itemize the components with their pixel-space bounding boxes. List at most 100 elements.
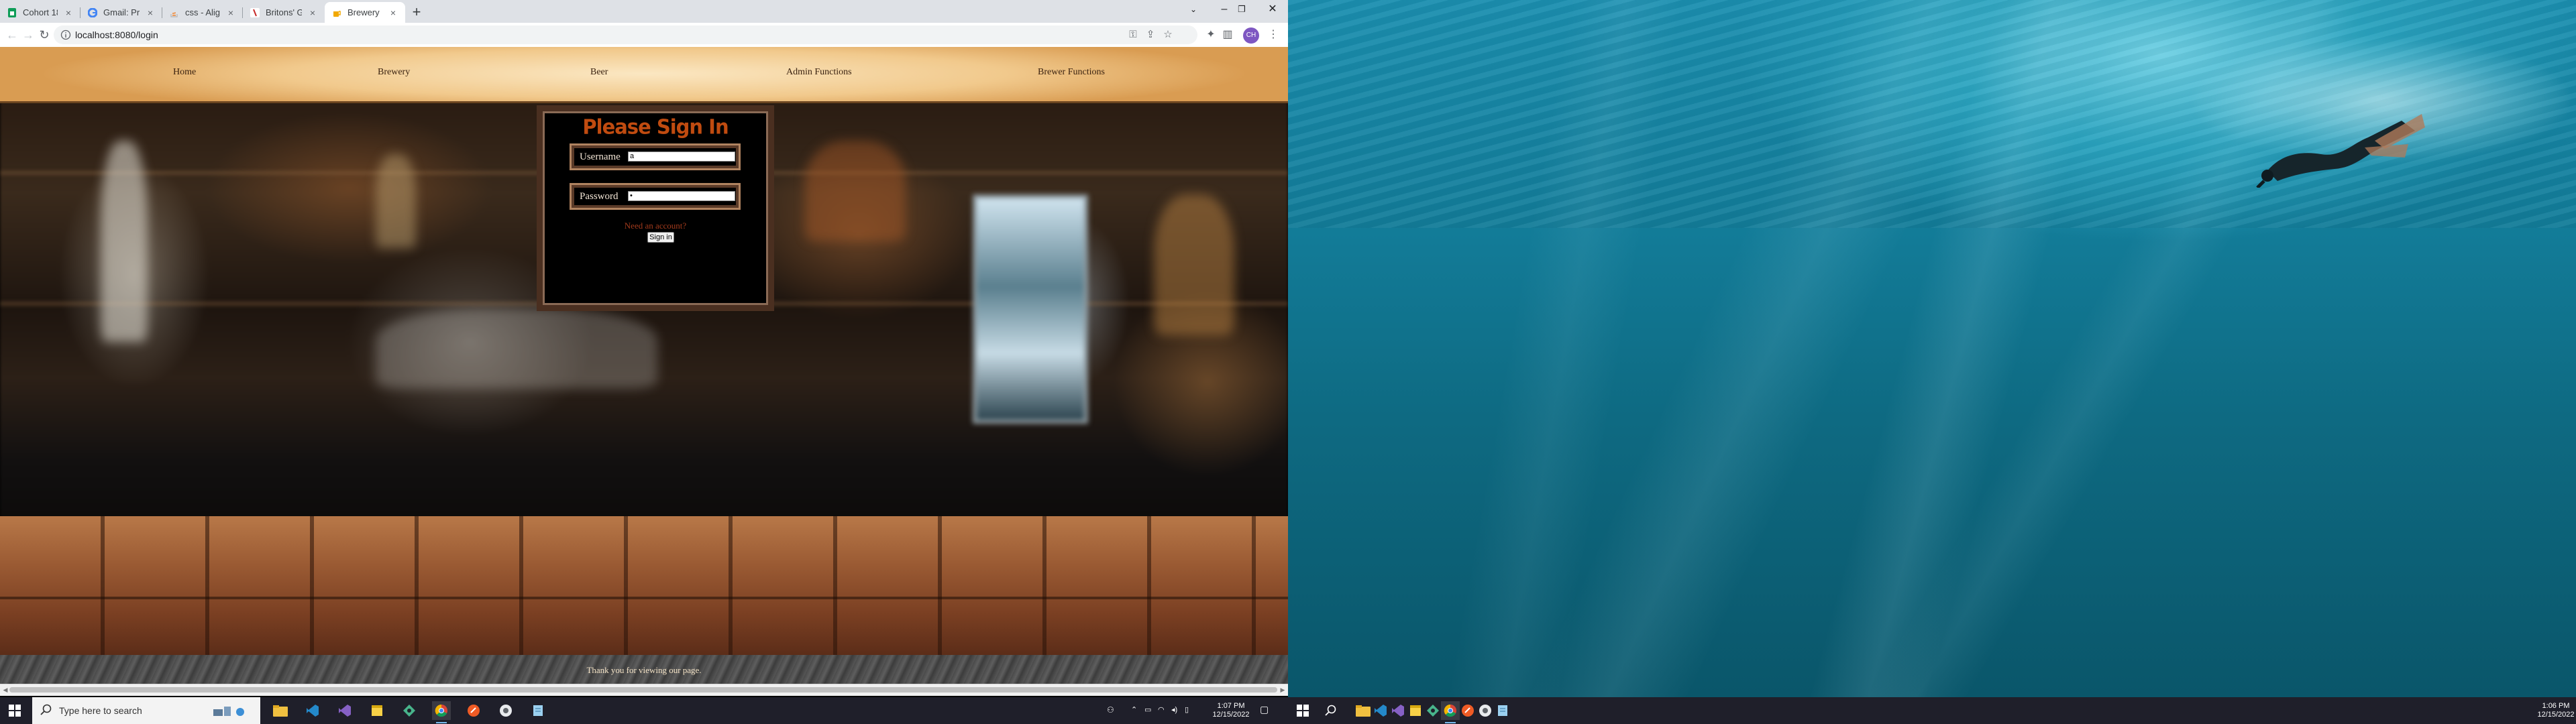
tab-label: Britons' Growing Buyer's Remors — [266, 7, 302, 17]
search-placeholder: Type here to search — [59, 705, 142, 716]
volume-icon[interactable]: ◂) — [1171, 706, 1177, 715]
tab-google-sheets[interactable]: Cohort 18 Pickup - Google Shee × — [0, 2, 80, 23]
nav-brewery[interactable]: Brewery — [378, 67, 410, 78]
sticky-notes-icon[interactable] — [1406, 701, 1425, 720]
tab-search-icon[interactable]: ⌄ — [1178, 0, 1209, 20]
reload-icon[interactable]: ↻ — [36, 27, 52, 43]
footer-text: Thank you for viewing our page. — [586, 665, 702, 675]
date-text: 12/15/2022 — [2537, 711, 2575, 719]
nav-brewer-functions[interactable]: Brewer Functions — [1038, 67, 1105, 78]
login-panel: Please Sign In Username a Password • Nee… — [537, 105, 774, 311]
wood-counter-image — [0, 516, 1288, 657]
tab-gmail[interactable]: Gmail: Private and secure email × — [80, 2, 162, 23]
menu-kebab-icon[interactable]: ⋮ — [1267, 28, 1280, 42]
browser-tab-strip: Cohort 18 Pickup - Google Shee × Gmail: … — [0, 0, 1288, 23]
clock-right[interactable]: 1:06 PM 12/15/2022 — [2537, 702, 2575, 719]
key-icon[interactable]: ⚿ — [1127, 29, 1139, 41]
notepad-icon[interactable] — [529, 701, 547, 720]
back-icon[interactable]: ← — [4, 27, 20, 43]
fridge-image — [973, 194, 1088, 424]
windows-start-icon[interactable] — [5, 701, 24, 720]
bookmark-star-icon[interactable]: ☆ — [1162, 29, 1174, 41]
date-text: 12/15/2022 — [1212, 711, 1250, 719]
close-icon[interactable]: × — [307, 7, 318, 18]
git-kraken-icon[interactable] — [1424, 701, 1442, 720]
postman-icon[interactable] — [464, 701, 483, 720]
username-label: Username — [580, 152, 621, 162]
site-footer: Thank you for viewing our page. — [0, 655, 1288, 684]
visual-studio-icon[interactable] — [1389, 701, 1407, 720]
site-nav-bar: Home Brewery Beer Admin Functions Brewer… — [0, 47, 1288, 103]
vscode-icon[interactable] — [1371, 701, 1390, 720]
notification-icon[interactable]: ▢ — [1260, 705, 1269, 714]
sign-in-button[interactable]: Sign in — [647, 232, 674, 243]
extensions-icon[interactable]: ✦ — [1204, 28, 1218, 42]
chrome-icon[interactable] — [1441, 701, 1460, 723]
tab-brewery-finder[interactable]: Brewery Finder × — [325, 2, 405, 23]
close-icon[interactable]: × — [145, 7, 156, 18]
share-icon[interactable]: ⇪ — [1144, 29, 1157, 41]
search-highlight-icon — [212, 704, 251, 717]
chrome-profile-icon[interactable] — [496, 701, 515, 720]
vscode-icon[interactable] — [303, 701, 322, 720]
info-icon[interactable] — [60, 29, 71, 40]
sheets-icon — [7, 7, 17, 18]
sticky-notes-icon[interactable] — [368, 701, 386, 720]
taskbar-left: Type here to search ⚇ ⌃ ▭ ◠ ◂) ▯ 1:07 PM… — [0, 697, 1288, 724]
search-icon[interactable] — [1322, 701, 1340, 720]
password-field-box: Password • — [570, 183, 741, 210]
side-panel-icon[interactable]: ▥ — [1221, 28, 1234, 42]
nav-home[interactable]: Home — [173, 67, 196, 78]
wifi-icon[interactable]: ◠ — [1158, 706, 1165, 715]
visual-studio-icon[interactable] — [335, 701, 354, 720]
forward-icon[interactable]: → — [20, 27, 36, 43]
need-account-link[interactable]: Need an account? — [543, 221, 768, 231]
login-title: Please Sign In — [582, 115, 729, 139]
taskbar-search-box[interactable]: Type here to search — [32, 697, 260, 724]
new-tab-button[interactable]: + — [407, 3, 426, 22]
file-explorer-icon[interactable] — [271, 701, 290, 720]
nav-beer[interactable]: Beer — [590, 67, 608, 78]
chrome-profile-icon[interactable] — [1476, 701, 1495, 720]
scroll-left-icon[interactable]: ◀ — [1, 686, 9, 694]
restore-button[interactable]: ❐ — [1226, 0, 1257, 20]
browser-toolbar: ← → ↻ localhost:8080/login ⚿ ⇪ ☆ ✦ ▥ CH … — [0, 23, 1288, 48]
search-icon — [40, 704, 52, 716]
git-kraken-icon[interactable] — [400, 701, 419, 720]
chrome-icon[interactable] — [432, 701, 451, 723]
battery-icon[interactable]: ▯ — [1185, 706, 1189, 715]
username-field-box: Username a — [570, 143, 741, 170]
avatar[interactable]: CH — [1243, 27, 1259, 44]
taskbar-right: 1:06 PM 12/15/2022 — [1288, 697, 2576, 724]
swimmer-image — [2256, 114, 2425, 188]
close-icon[interactable]: × — [388, 7, 398, 18]
close-icon[interactable]: × — [225, 7, 236, 18]
tab-label: Gmail: Private and secure email — [103, 7, 140, 17]
close-window-button[interactable]: ✕ — [1257, 0, 1288, 20]
time-text: 1:06 PM — [2542, 702, 2570, 710]
scroll-right-icon[interactable]: ▶ — [1279, 686, 1287, 694]
postman-icon[interactable] — [1458, 701, 1477, 720]
tab-stackoverflow[interactable]: css - Align HTML input fields by × — [162, 2, 243, 23]
close-icon[interactable]: × — [63, 7, 74, 18]
tab-article[interactable]: Britons' Growing Buyer's Remors × — [243, 2, 325, 23]
chevron-up-icon[interactable]: ⌃ — [1131, 706, 1137, 715]
beer-icon — [331, 7, 342, 18]
file-explorer-icon[interactable] — [1354, 701, 1373, 720]
nav-admin-functions[interactable]: Admin Functions — [786, 67, 852, 78]
tab-label: Cohort 18 Pickup - Google Shee — [23, 7, 58, 17]
page-viewport: Home Brewery Beer Admin Functions Brewer… — [0, 47, 1288, 684]
username-input[interactable]: a — [628, 152, 735, 162]
windows-start-icon[interactable] — [1293, 701, 1312, 720]
clock-left[interactable]: 1:07 PM 12/15/2022 — [1211, 702, 1251, 719]
notepad-icon[interactable] — [1493, 701, 1512, 720]
people-icon[interactable]: ⚇ — [1107, 706, 1114, 715]
scrollbar-thumb[interactable] — [9, 687, 1277, 692]
left-monitor: Cohort 18 Pickup - Google Shee × Gmail: … — [0, 0, 1288, 724]
password-input[interactable]: • — [628, 191, 735, 201]
address-bar[interactable]: localhost:8080/login ⚿ ⇪ ☆ — [54, 25, 1197, 44]
stackoverflow-icon — [169, 7, 180, 18]
horizontal-scrollbar[interactable]: ◀ ▶ — [0, 684, 1288, 696]
article-icon — [250, 7, 260, 18]
network-icon[interactable]: ▭ — [1144, 706, 1151, 715]
